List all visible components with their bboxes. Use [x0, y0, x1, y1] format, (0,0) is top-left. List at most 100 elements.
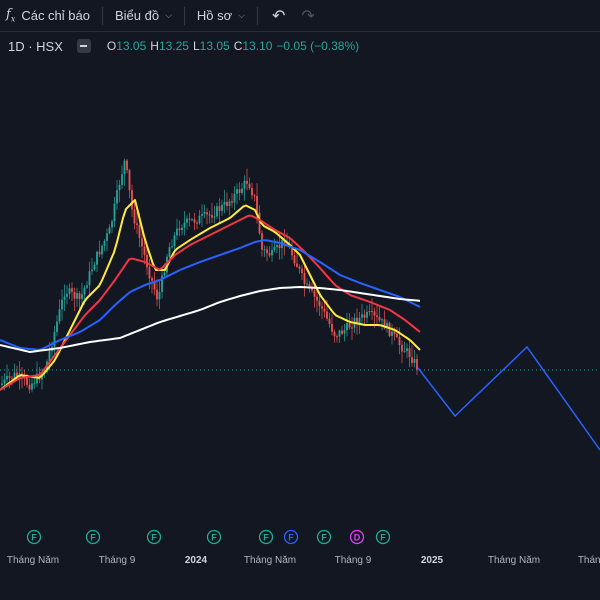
candle-body — [351, 327, 353, 329]
candle-body — [363, 314, 366, 318]
candle-body — [138, 224, 141, 239]
event-marker[interactable]: F — [258, 529, 274, 545]
candle-body — [186, 218, 188, 223]
candle-body — [293, 255, 296, 264]
candle-body — [366, 311, 368, 318]
candle-body — [181, 227, 183, 231]
candle-body — [301, 268, 303, 274]
candle-body — [68, 288, 71, 294]
time-axis-label: Tháng Năm — [244, 555, 296, 566]
candle-body — [26, 378, 28, 385]
candle-body — [271, 250, 273, 256]
candle-body — [176, 228, 178, 236]
candle-body — [31, 383, 33, 390]
candle-body — [273, 247, 276, 251]
event-marker[interactable]: F — [316, 529, 332, 545]
event-marker[interactable]: F — [375, 529, 391, 545]
candle-body — [306, 283, 308, 285]
candle-body — [251, 187, 253, 196]
event-marker-label: D — [354, 533, 361, 543]
candle-body — [211, 215, 213, 218]
candle-body — [371, 311, 373, 313]
event-marker[interactable]: F — [146, 529, 162, 545]
candles-layer — [1, 158, 418, 394]
candle-body — [348, 323, 351, 328]
event-marker-label: F — [263, 533, 269, 543]
time-axis-label: 2024 — [185, 555, 208, 566]
candle-body — [128, 170, 131, 191]
candle-body — [81, 294, 83, 300]
candle-body — [403, 351, 406, 353]
candle-body — [198, 215, 201, 224]
candle-body — [361, 314, 363, 318]
candle-body — [201, 213, 203, 216]
candle-body — [393, 331, 396, 334]
candle-body — [398, 336, 401, 345]
candle-body — [296, 263, 298, 267]
candle-body — [221, 204, 223, 211]
candle-body — [146, 254, 148, 268]
candle-body — [33, 383, 36, 385]
candle-body — [321, 306, 323, 309]
candle-body — [341, 330, 343, 334]
candle-body — [328, 318, 331, 324]
moving-average-yellow[interactable] — [0, 199, 421, 391]
candle-body — [193, 219, 196, 223]
candle-body — [338, 330, 341, 337]
candle-body — [1, 383, 3, 385]
candle-body — [203, 212, 206, 214]
candle-body — [303, 273, 306, 285]
candle-body — [123, 160, 126, 175]
candle-body — [163, 272, 166, 276]
candle-body — [313, 290, 316, 297]
candle-body — [231, 201, 233, 203]
candle-body — [63, 296, 66, 300]
candle-body — [28, 384, 31, 390]
candle-body — [71, 288, 73, 292]
event-marker-label: F — [288, 533, 294, 543]
candle-body — [318, 300, 321, 307]
candle-body — [263, 249, 266, 251]
time-axis-label: Tháng 9 — [99, 555, 136, 566]
candle-body — [11, 377, 13, 379]
event-marker-label: F — [151, 533, 157, 543]
moving-average-red[interactable] — [0, 214, 421, 391]
candle-body — [133, 209, 136, 224]
candle-body — [93, 264, 96, 270]
candle-body — [401, 344, 403, 352]
candle-body — [253, 195, 256, 197]
candle-body — [228, 201, 231, 206]
candle-body — [323, 308, 326, 312]
candle-body — [188, 218, 191, 220]
candle-body — [343, 330, 346, 334]
event-marker-label: F — [90, 533, 96, 543]
candle-body — [406, 348, 408, 352]
candle-body — [223, 201, 226, 205]
candle-body — [183, 222, 186, 228]
projection-line[interactable] — [417, 345, 600, 451]
event-marker[interactable]: F — [206, 529, 222, 545]
candle-body — [178, 228, 181, 231]
event-marker[interactable]: F — [283, 529, 299, 545]
candle-body — [143, 246, 146, 255]
candle-body — [131, 190, 133, 210]
event-marker-label: F — [211, 533, 217, 543]
event-marker[interactable]: F — [26, 529, 42, 545]
candle-body — [233, 193, 236, 203]
candle-body — [238, 189, 241, 193]
event-marker[interactable]: D — [349, 529, 365, 545]
candle-body — [78, 293, 81, 300]
price-chart[interactable]: FFFFFFFDF Tháng Năm Tháng 9 2024 Tháng Năm T… — [0, 0, 600, 600]
candle-body — [158, 291, 161, 300]
candle-body — [208, 214, 211, 216]
time-axis[interactable]: Tháng Năm Tháng 9 2024 Tháng Năm Tháng 9 2025… — [7, 555, 600, 566]
candle-body — [376, 315, 378, 318]
event-marker[interactable]: F — [85, 529, 101, 545]
event-marker-label: F — [321, 533, 327, 543]
candle-body — [346, 323, 348, 331]
candle-body — [111, 221, 113, 228]
candle-body — [148, 267, 151, 279]
candle-body — [381, 319, 383, 321]
time-axis-label: Tháng 9 — [335, 555, 372, 566]
candle-body — [191, 219, 193, 221]
